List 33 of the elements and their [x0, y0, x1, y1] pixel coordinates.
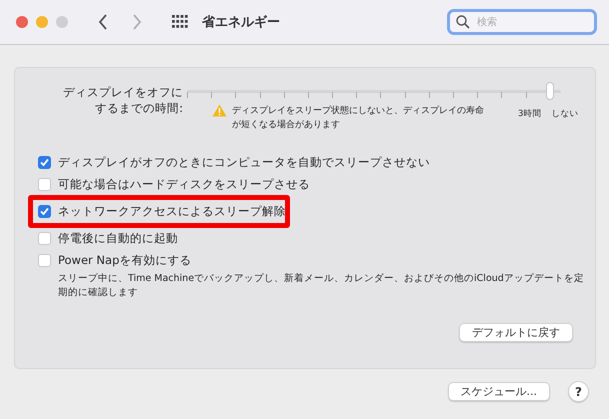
checkbox[interactable]	[38, 205, 51, 218]
search-icon	[456, 15, 470, 29]
warning-icon	[212, 104, 227, 117]
close-button[interactable]	[16, 16, 28, 28]
window-title: 省エネルギー	[202, 14, 280, 31]
option-checkbox[interactable]: Power Napを有効にする	[38, 250, 595, 271]
checkbox[interactable]	[38, 156, 51, 170]
search-field[interactable]: 検索	[447, 9, 597, 35]
restore-defaults-button[interactable]: デフォルトに戻す	[459, 323, 573, 342]
option-checkbox[interactable]: 可能な場合はハードディスクをスリープさせる	[38, 174, 595, 195]
zoom-button[interactable]	[56, 16, 68, 28]
warning-text: ディスプレイをスリープ状態にしないと、ディスプレイの寿命 が短くなる場合があります	[232, 104, 485, 132]
search-input[interactable]: 検索	[475, 16, 575, 28]
option-checkbox[interactable]: ネットワークアクセスによるスリープ解除	[38, 200, 286, 222]
schedule-button[interactable]: スケジュール...	[448, 382, 550, 401]
minimize-button[interactable]	[36, 16, 48, 28]
checkbox[interactable]	[38, 232, 51, 246]
option-description: スリープ中に、Time Machineでバックアップし、新着メール、カレンダー、およびその他のiCloudアップデートを定期的に確認します	[57, 272, 585, 300]
display-sleep-slider[interactable]	[187, 80, 561, 102]
tick-label: しない	[551, 108, 578, 120]
tick-label: 3時間	[518, 108, 542, 120]
check-icon	[40, 158, 49, 168]
forward-button[interactable]	[132, 14, 142, 30]
slider-label: ディスプレイをオフに するまでの時間:	[62, 84, 183, 116]
help-button[interactable]: ?	[568, 381, 589, 402]
slider-thumb[interactable]	[546, 82, 554, 100]
checkbox[interactable]	[38, 178, 51, 191]
checkbox[interactable]	[38, 254, 51, 267]
option-checkbox[interactable]: 停電後に自動的に起動	[38, 228, 595, 250]
back-button[interactable]	[98, 14, 108, 30]
grid-icon[interactable]	[172, 15, 188, 29]
check-icon	[40, 207, 49, 216]
option-checkbox[interactable]: ディスプレイがオフのときにコンピュータを自動でスリープさせない	[38, 152, 595, 174]
